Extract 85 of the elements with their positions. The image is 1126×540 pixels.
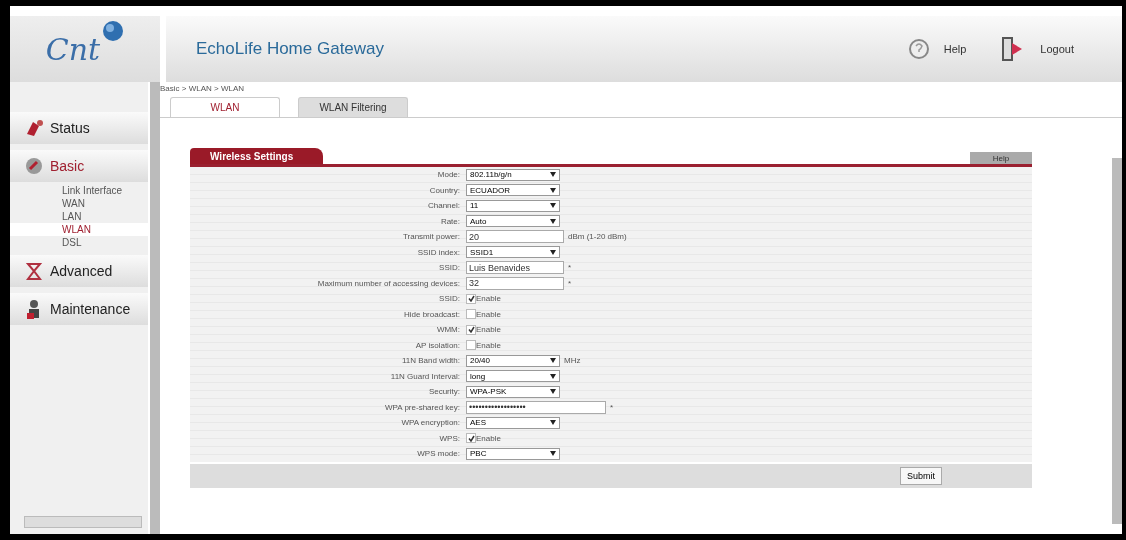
window-title: EchoLife Home Gateway bbox=[196, 39, 386, 59]
logout-link[interactable]: Logout bbox=[1040, 43, 1074, 55]
help-icon[interactable] bbox=[907, 38, 930, 60]
dropdown[interactable]: AES bbox=[466, 416, 560, 429]
field-label: Channel: bbox=[426, 201, 461, 211]
sidebar-scrollbar[interactable] bbox=[150, 82, 160, 534]
checkbox-label: Enable bbox=[476, 294, 501, 304]
submenu-item[interactable]: LAN bbox=[10, 210, 148, 223]
dropdown[interactable]: WPA-PSK bbox=[466, 385, 560, 398]
caret-icon bbox=[550, 389, 556, 395]
field-label: 11N Band width: bbox=[400, 356, 461, 366]
caret-icon bbox=[550, 172, 556, 178]
input-field[interactable]: 32 bbox=[466, 276, 564, 290]
field-label: WPS mode: bbox=[416, 449, 461, 459]
checkbox[interactable] bbox=[466, 293, 476, 304]
dropdown[interactable]: SSID1 bbox=[466, 246, 560, 259]
horizontal-scrollbar[interactable] bbox=[24, 516, 142, 528]
help-button[interactable]: Help bbox=[970, 152, 1032, 164]
field-hint: MHz bbox=[564, 356, 581, 366]
section-title: Wireless Settings bbox=[190, 148, 324, 164]
tab[interactable]: WLAN bbox=[170, 97, 280, 117]
tab[interactable]: WLAN Filtering bbox=[298, 97, 408, 117]
checkbox-label: Enable bbox=[476, 309, 501, 319]
field-label: Country: bbox=[428, 185, 461, 195]
checkbox-label: Enable bbox=[476, 340, 501, 350]
caret-icon bbox=[550, 203, 556, 209]
caret-icon bbox=[550, 218, 556, 224]
field-label: SSID: bbox=[438, 294, 461, 304]
field-label: SSID index: bbox=[416, 247, 461, 257]
help-link[interactable]: Help bbox=[943, 43, 967, 55]
input-field[interactable]: Luis Benavides bbox=[466, 261, 564, 275]
checkbox[interactable] bbox=[466, 324, 476, 335]
caret-icon bbox=[550, 358, 556, 364]
menu-icon bbox=[24, 156, 44, 176]
logo: Cnt bbox=[45, 31, 101, 67]
submenu-item[interactable]: DSL bbox=[10, 236, 148, 249]
vertical-scrollbar[interactable] bbox=[1112, 158, 1122, 524]
field-hint: dBm (1-20 dBm) bbox=[568, 232, 627, 242]
dropdown[interactable]: 20/40 bbox=[466, 354, 560, 367]
field-label: Rate: bbox=[439, 216, 461, 226]
field-label: 11N Guard Interval: bbox=[389, 371, 461, 381]
caret-icon bbox=[550, 373, 556, 379]
caret-icon bbox=[550, 187, 556, 193]
submenu-item[interactable]: Link Interface bbox=[10, 184, 148, 197]
submenu-item[interactable]: WAN bbox=[10, 197, 148, 210]
sidebar-item[interactable]: Advanced bbox=[10, 255, 148, 287]
dropdown[interactable]: 802.11b/g/n bbox=[466, 168, 560, 181]
field-label: Hide broadcast: bbox=[402, 309, 461, 319]
dropdown[interactable]: Auto bbox=[466, 215, 560, 228]
field-label: WPS: bbox=[438, 433, 461, 443]
field-label: SSID: bbox=[438, 263, 461, 273]
sidebar-item[interactable]: Maintenance bbox=[10, 293, 148, 325]
dropdown[interactable]: 11 bbox=[466, 199, 560, 212]
field-hint: * bbox=[610, 402, 614, 412]
caret-icon bbox=[550, 249, 556, 255]
caret-icon bbox=[550, 420, 556, 426]
checkbox-label: Enable bbox=[476, 325, 501, 335]
caret-icon bbox=[550, 451, 556, 457]
field-label: Transmit power: bbox=[401, 232, 461, 242]
field-label: Mode: bbox=[436, 170, 461, 180]
field-hint: * bbox=[568, 263, 572, 273]
field-label: WPA encryption: bbox=[400, 418, 461, 428]
checkbox-label: Enable bbox=[476, 433, 501, 443]
submit-button[interactable]: Submit bbox=[900, 466, 942, 485]
field-hint: * bbox=[568, 278, 572, 288]
submenu-item[interactable]: WLAN bbox=[10, 223, 148, 236]
field-label: WMM: bbox=[435, 325, 461, 335]
checkbox[interactable] bbox=[466, 340, 476, 351]
dropdown[interactable]: long bbox=[466, 370, 560, 383]
sidebar-item[interactable]: Basic bbox=[10, 150, 148, 182]
checkbox[interactable] bbox=[466, 309, 476, 320]
sidebar-item[interactable]: Status bbox=[10, 112, 148, 144]
dropdown[interactable]: ECUADOR bbox=[466, 184, 560, 197]
field-label: Security: bbox=[427, 387, 461, 397]
menu-icon bbox=[24, 118, 44, 138]
menu-icon bbox=[24, 261, 44, 281]
field-label: Maximum number of accessing devices: bbox=[316, 278, 461, 288]
dropdown[interactable]: PBC bbox=[466, 447, 560, 460]
field-label: AP isolation: bbox=[414, 340, 461, 350]
input-field[interactable]: 20 bbox=[466, 230, 564, 244]
password-field[interactable]: •••••••••••••••••• bbox=[466, 400, 606, 414]
breadcrumb: Basic > WLAN > WLAN bbox=[160, 83, 246, 95]
checkbox[interactable] bbox=[466, 433, 476, 444]
globe-icon bbox=[102, 20, 125, 42]
field-label: WPA pre-shared key: bbox=[384, 402, 461, 412]
